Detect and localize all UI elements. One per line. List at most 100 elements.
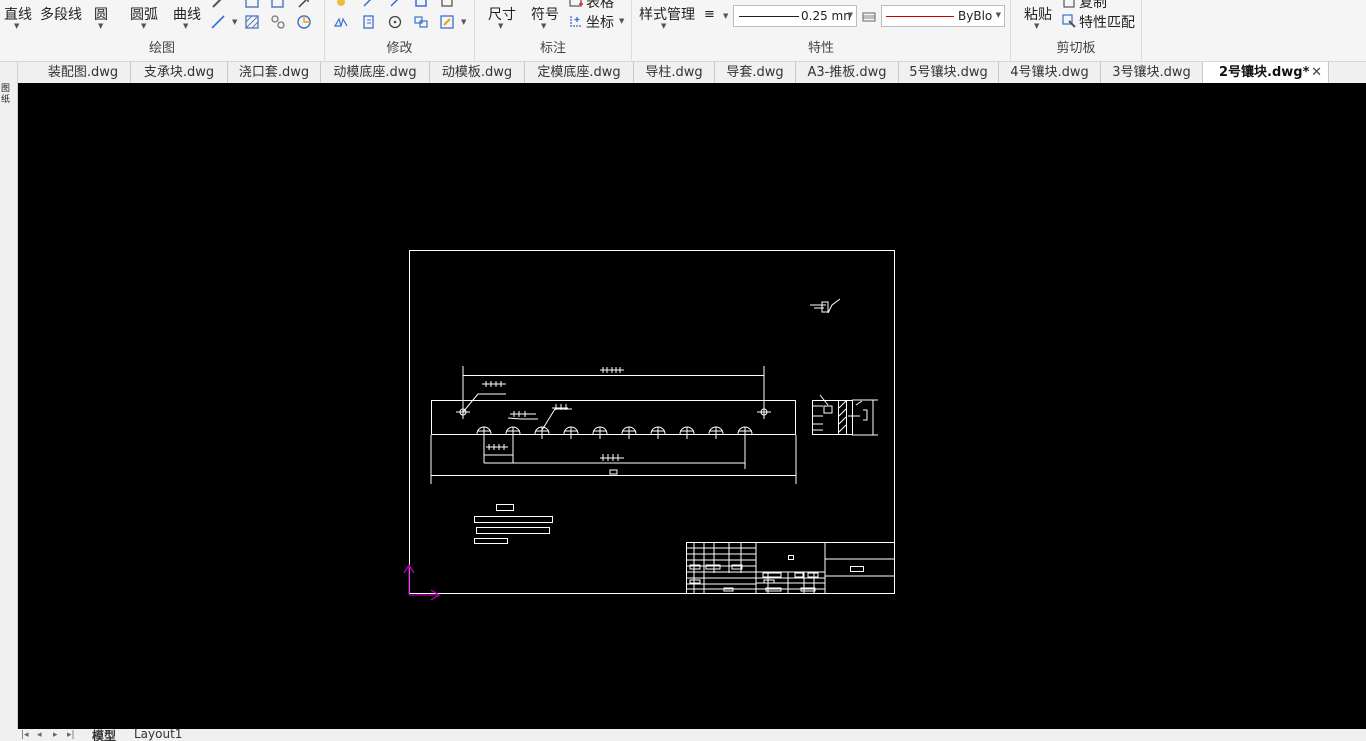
table-icon[interactable] (568, 0, 584, 9)
annotate-group: 尺寸 ▼ 符号 ▼ 表格 坐标 ▼ 标注 (475, 0, 632, 62)
layout-tab-bar: |◂ ◂ ▸ ▸| 模型 Layout1 (0, 727, 1366, 741)
close-tab-icon[interactable]: ✕ (1311, 62, 1322, 83)
rotate-icon[interactable] (387, 14, 403, 30)
color-preview (886, 16, 954, 17)
copy-object-icon[interactable] (361, 0, 377, 10)
copy-button[interactable]: 复制 (1079, 0, 1107, 12)
offset-icon[interactable] (361, 14, 377, 30)
prev-layout-icon[interactable]: ◂ (37, 730, 42, 740)
linetype-dropdown-icon[interactable]: ▼ (723, 12, 728, 20)
tab-2号镶块[interactable]: 2号镶块.dwg* ✕ (1203, 62, 1329, 83)
tab-动模板[interactable]: 动模板.dwg (430, 62, 525, 83)
roughness-symbol (810, 298, 841, 314)
color-picker-icon[interactable] (861, 9, 877, 25)
circle-dropdown-icon[interactable]: ▼ (98, 22, 103, 30)
color-value: ByBloc (958, 9, 993, 23)
color-select[interactable]: ByBloc ▼ (881, 5, 1005, 27)
pencil-icon[interactable] (210, 0, 226, 10)
leader-label-3 (541, 404, 572, 431)
tab-5号镶块[interactable]: 5号镶块.dwg (899, 62, 999, 83)
drawing-canvas[interactable] (18, 83, 1366, 729)
boundary-icon[interactable] (296, 14, 312, 30)
hole-pitch-dimension (483, 435, 514, 463)
leader-label-1 (462, 381, 506, 413)
tab-A3-推板[interactable]: A3-推板.dwg (796, 62, 899, 83)
hatch-icon[interactable] (244, 14, 260, 30)
construction-line-icon[interactable] (210, 14, 226, 30)
tab-4号镶块[interactable]: 4号镶块.dwg (999, 62, 1101, 83)
coordinate-icon[interactable] (568, 13, 584, 29)
right-center-mark (757, 405, 771, 419)
mirror-icon[interactable] (333, 14, 349, 30)
table-button[interactable]: 表格 (586, 0, 614, 12)
modify-group-label: 修改 (386, 41, 413, 56)
tab-浇口套[interactable]: 浇口套.dwg (228, 62, 321, 83)
modify-more-dropdown-icon[interactable]: ▼ (461, 18, 466, 26)
left-side-strip: 图纸 (0, 62, 18, 729)
line-dropdown-icon[interactable]: ▼ (14, 22, 19, 30)
ucs-icon (403, 563, 441, 601)
first-layout-icon[interactable]: |◂ (21, 730, 29, 740)
polyline-button[interactable]: 多段线 (40, 4, 82, 24)
paste-dropdown-icon[interactable]: ▼ (1034, 22, 1039, 30)
tab-动模底座[interactable]: 动模底座.dwg (321, 62, 430, 83)
properties-group: 样式管理 ▼ ≡ ▼ 0.25 mn ▼ ByBloc ▼ 特性 (632, 0, 1011, 62)
trim-icon[interactable] (387, 0, 403, 10)
top-dimension-line (462, 366, 765, 412)
lineweight-select[interactable]: 0.25 mn ▼ (733, 5, 857, 27)
tab-定模底座[interactable]: 定模底座.dwg (525, 62, 634, 83)
properties-group-label: 特性 (807, 41, 834, 56)
paste-button[interactable]: 粘贴 (1024, 4, 1052, 24)
extend-icon[interactable] (413, 0, 429, 10)
draw-group: 直线 ▼ 多段线 圆 ▼ 圆弧 ▼ 曲线 ▼ ▼ 绘图 (0, 0, 325, 62)
tab-导套[interactable]: 导套.dwg (715, 62, 796, 83)
notes-line-2 (476, 527, 550, 534)
tab-layout1[interactable]: Layout1 (134, 727, 182, 741)
drawing-svg (403, 250, 895, 601)
symbol-button[interactable]: 符号 (531, 4, 559, 24)
rectangle-icon[interactable] (244, 0, 260, 10)
move-icon[interactable] (333, 0, 349, 10)
curve-button[interactable]: 曲线 (173, 4, 201, 24)
construction-line-dropdown-icon[interactable]: ▼ (232, 18, 237, 26)
color-dropdown-icon[interactable]: ▼ (996, 11, 1001, 19)
tab-3号镶块[interactable]: 3号镶块.dwg (1101, 62, 1203, 83)
match-properties-button[interactable]: 特性匹配 (1079, 12, 1135, 32)
coordinate-button[interactable]: 坐标 (586, 12, 614, 32)
array-icon[interactable] (413, 14, 429, 30)
match-properties-icon[interactable] (1061, 13, 1077, 29)
lineweight-dropdown-icon[interactable]: ▼ (848, 11, 853, 19)
style-manager-dropdown-icon[interactable]: ▼ (661, 22, 666, 30)
circle-button[interactable]: 圆 (94, 4, 108, 24)
tab-装配图[interactable]: 装配图.dwg (36, 62, 131, 83)
dimension-dropdown-icon[interactable]: ▼ (498, 22, 503, 30)
arc-dropdown-icon[interactable]: ▼ (141, 22, 146, 30)
linetype-icon[interactable]: ≡ (704, 7, 715, 22)
tab-支承块[interactable]: 支承块.dwg (131, 62, 228, 83)
side-panel-label[interactable]: 图纸 (1, 84, 13, 106)
curve-dropdown-icon[interactable]: ▼ (183, 22, 188, 30)
clipboard-group-label: 剪切板 (1056, 41, 1096, 56)
symbol-dropdown-icon[interactable]: ▼ (541, 22, 546, 30)
dimension-button[interactable]: 尺寸 (488, 4, 516, 24)
notes-line-1 (474, 516, 553, 523)
coordinate-dropdown-icon[interactable]: ▼ (619, 17, 624, 25)
lineweight-value: 0.25 mn (801, 9, 851, 23)
tab-model[interactable]: 模型 (92, 727, 116, 741)
polygon-icon[interactable] (270, 0, 286, 10)
modify-group: ▼ 修改 (325, 0, 475, 62)
last-layout-icon[interactable]: ▸| (67, 730, 75, 740)
copy-icon[interactable] (1061, 0, 1077, 9)
main-view-outline (431, 400, 796, 435)
next-layout-icon[interactable]: ▸ (53, 730, 58, 740)
arrow-icon[interactable] (296, 0, 312, 10)
line-button[interactable]: 直线 (4, 4, 32, 24)
arc-button[interactable]: 圆弧 (130, 4, 158, 24)
tab-导柱[interactable]: 导柱.dwg (634, 62, 715, 83)
edit-icon[interactable] (439, 14, 455, 30)
region-icon[interactable] (270, 14, 286, 30)
style-manager-button[interactable]: 样式管理 (639, 4, 695, 24)
notes-title (496, 504, 514, 511)
annotate-group-label: 标注 (539, 41, 566, 56)
scale-icon[interactable] (439, 0, 455, 10)
